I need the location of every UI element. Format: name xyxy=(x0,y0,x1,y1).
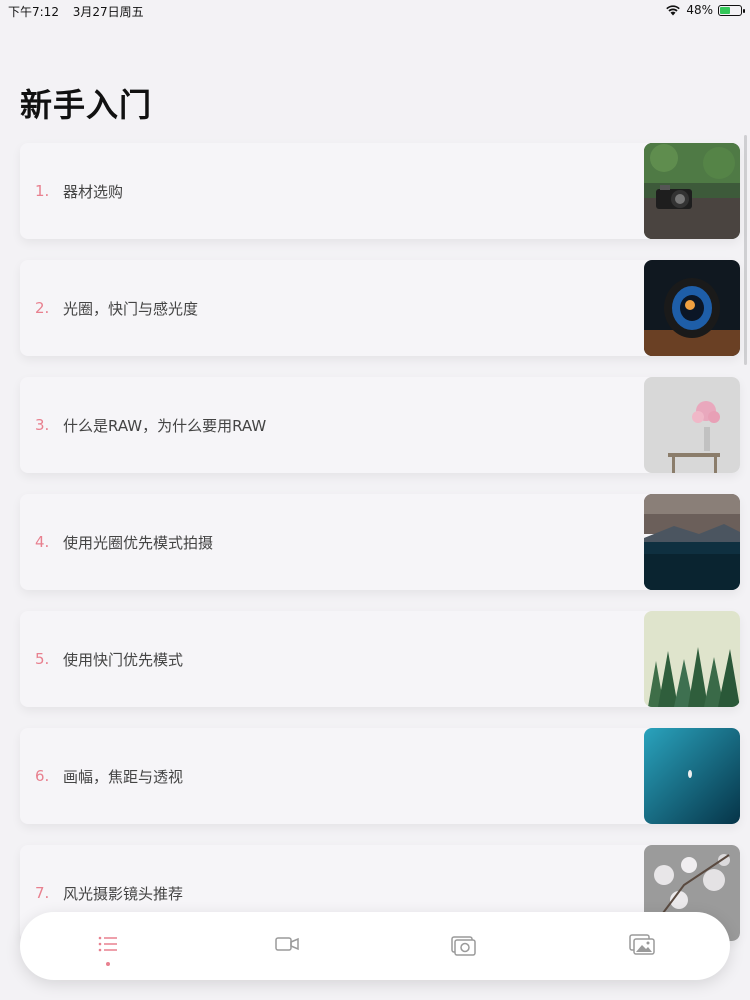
camera-icon xyxy=(451,936,476,956)
status-time: 下午7:12 xyxy=(8,5,59,19)
tab-camera[interactable] xyxy=(450,930,478,958)
article-card[interactable]: 5. 使用快门优先模式 xyxy=(20,611,740,707)
lake-mountain-photo-thumbnail xyxy=(644,494,740,590)
article-title: 使用快门优先模式 xyxy=(63,650,184,669)
article-card[interactable]: 2. 光圈，快门与感光度 xyxy=(20,260,740,356)
article-number: 1. xyxy=(35,182,50,200)
status-left: 下午7:12 3月27日周五 xyxy=(8,3,154,20)
battery-percent: 48% xyxy=(686,3,713,17)
tab-bar xyxy=(20,912,730,980)
article-title: 器材选购 xyxy=(63,182,124,201)
gallery-icon xyxy=(629,934,655,955)
forest-photo-thumbnail xyxy=(644,611,740,707)
lens-photo-thumbnail xyxy=(644,260,740,356)
tab-list[interactable] xyxy=(94,930,122,958)
flower-vase-photo-thumbnail xyxy=(644,377,740,473)
article-card[interactable]: 1. 器材选购 xyxy=(20,143,740,239)
wifi-icon xyxy=(665,4,681,16)
aerial-boat-photo-thumbnail xyxy=(644,728,740,824)
tab-gallery[interactable] xyxy=(628,930,656,958)
article-title: 风光摄影镜头推荐 xyxy=(63,884,184,903)
status-right: 48% xyxy=(665,3,745,17)
status-bar: 下午7:12 3月27日周五 48% xyxy=(0,0,750,22)
article-title: 画幅，焦距与透视 xyxy=(63,767,184,786)
battery-fill xyxy=(720,6,730,14)
article-number: 4. xyxy=(35,533,50,551)
article-card[interactable]: 4. 使用光圈优先模式拍摄 xyxy=(20,494,740,590)
article-title: 光圈，快门与感光度 xyxy=(63,299,199,318)
battery-icon xyxy=(718,4,745,16)
article-number: 7. xyxy=(35,884,50,902)
article-card[interactable]: 3. 什么是RAW，为什么要用RAW xyxy=(20,377,740,473)
article-number: 5. xyxy=(35,650,50,668)
tab-video[interactable] xyxy=(273,930,301,958)
article-number: 3. xyxy=(35,416,50,434)
article-number: 6. xyxy=(35,767,50,785)
active-tab-indicator xyxy=(106,962,110,966)
scroll-indicator[interactable] xyxy=(744,135,747,365)
article-title: 使用光圈优先模式拍摄 xyxy=(63,533,214,552)
article-list: 1. 器材选购 2. 光圈，快门与感光度 3. 什么是RAW，为什么要用RAW … xyxy=(20,143,740,962)
video-icon xyxy=(275,937,299,951)
article-title: 什么是RAW，为什么要用RAW xyxy=(63,416,267,435)
article-number: 2. xyxy=(35,299,50,317)
status-date: 3月27日周五 xyxy=(72,5,144,19)
article-card[interactable]: 6. 画幅，焦距与透视 xyxy=(20,728,740,824)
camera-photo-thumbnail xyxy=(644,143,740,239)
list-icon xyxy=(98,936,117,952)
page-title: 新手入门 xyxy=(20,86,153,124)
